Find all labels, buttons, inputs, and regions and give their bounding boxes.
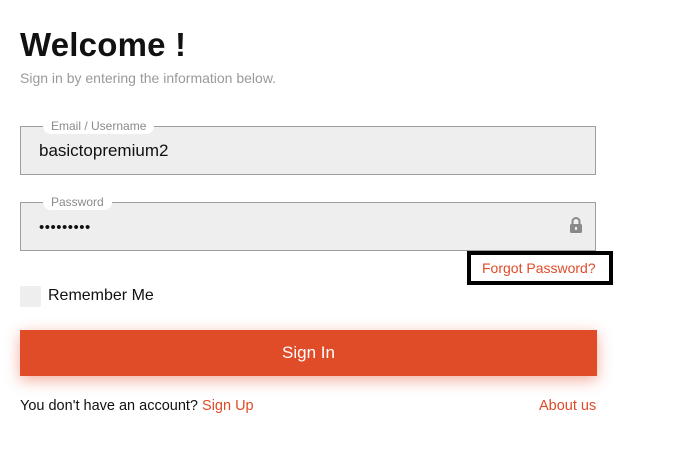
login-page: Welcome ! Sign in by entering the inform… (0, 0, 677, 467)
no-account-text-row: You don't have an account? Sign Up (20, 398, 254, 414)
username-field-value[interactable]: basictopremium2 (39, 141, 168, 161)
no-account-text: You don't have an account? (20, 398, 203, 414)
remember-me-checkbox[interactable] (20, 286, 41, 307)
sign-up-link[interactable]: Sign Up (202, 398, 254, 414)
password-field-label: Password (43, 194, 112, 210)
page-subtitle: Sign in by entering the information belo… (20, 70, 277, 86)
password-field[interactable]: Password ••••••••• (20, 194, 596, 251)
lock-icon (570, 217, 582, 233)
password-field-value[interactable]: ••••••••• (39, 219, 91, 236)
username-field[interactable]: Email / Username basictopremium2 (20, 118, 596, 175)
page-title: Welcome ! (20, 26, 187, 63)
about-us-link[interactable]: About us (539, 398, 596, 414)
username-field-label: Email / Username (43, 118, 155, 134)
forgot-password-link[interactable]: Forgot Password? (482, 260, 596, 276)
sign-in-button[interactable]: Sign In (20, 330, 597, 376)
remember-me-label[interactable]: Remember Me (48, 287, 154, 305)
